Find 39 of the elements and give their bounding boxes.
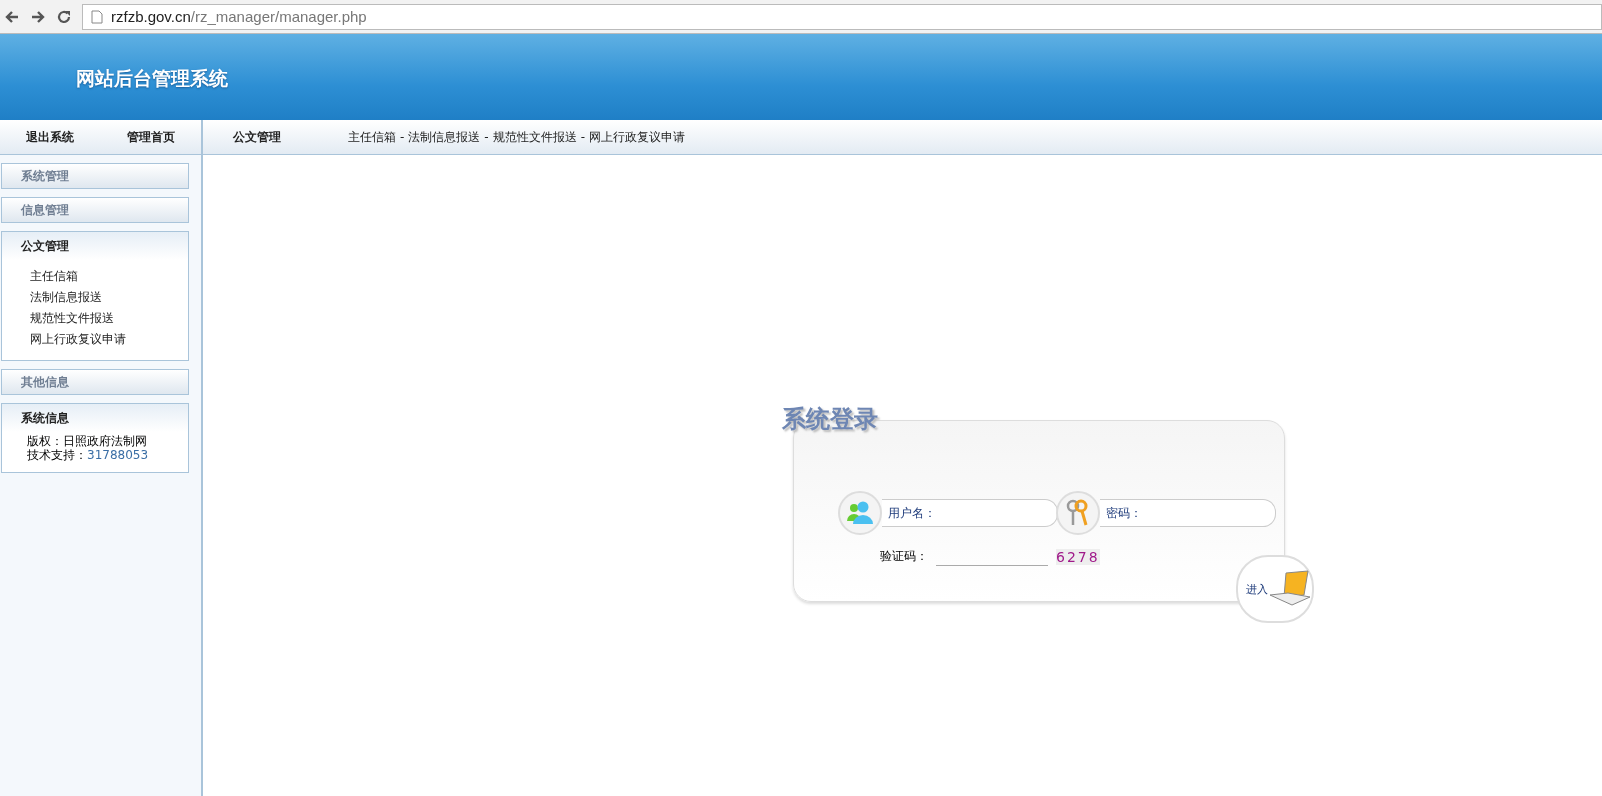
breadcrumb-separator: - [580, 130, 586, 144]
breadcrumb-link[interactable]: 网上行政复议申请 [589, 128, 686, 146]
url-host: rzfzb.gov.cn [111, 8, 191, 25]
password-field[interactable]: 密码： [1100, 499, 1276, 527]
login-button[interactable]: 进入 [1236, 555, 1314, 623]
info-label: 技术支持： [27, 448, 87, 462]
panel-header[interactable]: 系统信息 [2, 404, 188, 432]
panel-header[interactable]: 信息管理 [2, 198, 188, 222]
sidebar-item[interactable]: 网上行政复议申请 [30, 329, 188, 350]
nav-link[interactable]: 管理首页 [126, 128, 175, 146]
panel-header[interactable]: 系统管理 [2, 164, 188, 188]
sidebar-item[interactable]: 规范性文件报送 [30, 308, 188, 329]
breadcrumb-separator: - [484, 130, 489, 144]
keys-icon [1056, 491, 1100, 535]
captcha-image: 6278 [1056, 548, 1100, 565]
info-value: 日照政府法制网 [63, 434, 147, 448]
info-label: 版权： [27, 434, 63, 448]
url-path: /rz_manager/manager.php [190, 8, 367, 25]
address-bar[interactable]: rzfzb.gov.cn/rz_manager/manager.php [82, 3, 1602, 30]
captcha-label: 验证码： [880, 548, 928, 565]
site-title: 网站后台管理系统 [76, 67, 228, 89]
username-field[interactable]: 用户名： [882, 499, 1058, 527]
panel-header[interactable]: 公文管理 [2, 232, 188, 260]
sidebar-item[interactable]: 主任信箱 [30, 266, 188, 287]
users-icon [838, 491, 882, 535]
breadcrumb-link[interactable]: 主任信箱 [348, 128, 396, 146]
breadcrumb-link[interactable]: 法制信息报送 [408, 128, 481, 146]
info-value: 31788053 [87, 448, 149, 462]
nav-link[interactable]: 退出系统 [26, 128, 75, 146]
section-title: 公文管理 [233, 128, 282, 146]
breadcrumb-link[interactable]: 规范性文件报送 [492, 128, 577, 146]
login-title: 系统登录 [782, 403, 878, 435]
reload-icon[interactable] [56, 8, 72, 25]
breadcrumb-separator: - [400, 130, 405, 144]
back-icon[interactable] [4, 8, 20, 25]
forward-icon[interactable] [30, 8, 46, 25]
sidebar-item[interactable]: 法制信息报送 [30, 287, 188, 308]
panel-header[interactable]: 其他信息 [2, 370, 188, 394]
page-icon [91, 9, 103, 24]
